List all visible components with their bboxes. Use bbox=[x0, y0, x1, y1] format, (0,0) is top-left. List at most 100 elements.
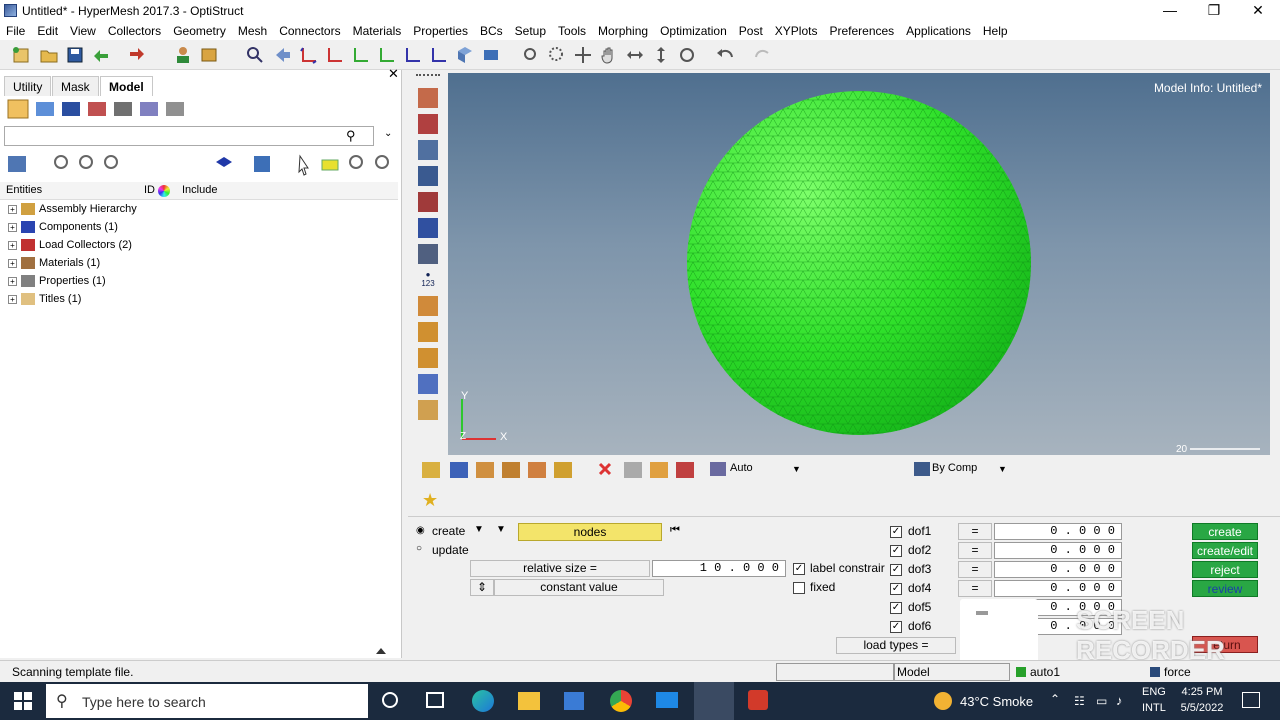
view-xz-icon[interactable] bbox=[350, 44, 372, 66]
view-zy-icon[interactable] bbox=[428, 44, 450, 66]
normals-icon[interactable] bbox=[418, 192, 438, 212]
expand-icon[interactable]: + bbox=[8, 276, 17, 286]
menu-applications[interactable]: Applications bbox=[900, 22, 977, 40]
menu-tools[interactable]: Tools bbox=[552, 22, 592, 40]
relative-size-input[interactable]: 1 0 . 0 0 0 bbox=[652, 560, 786, 577]
menu-connectors[interactable]: Connectors bbox=[273, 22, 346, 40]
numbers-icon[interactable]: ● 123 bbox=[418, 270, 438, 290]
tree-item-load-collectors[interactable]: + Load Collectors (2) bbox=[8, 236, 132, 254]
scroll-up-icon[interactable] bbox=[376, 648, 386, 654]
tree-item-assembly[interactable]: + Assembly Hierarchy bbox=[8, 200, 137, 218]
dof1-checkbox[interactable]: ✓ bbox=[890, 526, 902, 538]
cortana-icon[interactable] bbox=[382, 692, 398, 708]
dof1-input[interactable]: 0 . 0 0 0 bbox=[994, 523, 1122, 540]
hypermesh-taskbar-icon[interactable] bbox=[694, 682, 734, 720]
chevron-down-icon[interactable]: ▼ bbox=[998, 464, 1007, 474]
review-button[interactable]: review bbox=[1192, 580, 1258, 597]
status-load[interactable]: force bbox=[1164, 665, 1191, 679]
library-icon[interactable] bbox=[198, 44, 220, 66]
battery-icon[interactable]: ▭ bbox=[1096, 694, 1107, 708]
menu-morphing[interactable]: Morphing bbox=[592, 22, 654, 40]
open-file-icon[interactable] bbox=[38, 44, 60, 66]
mail-icon[interactable] bbox=[656, 692, 678, 708]
menu-mesh[interactable]: Mesh bbox=[232, 22, 273, 40]
chevron-down-icon[interactable]: ⌄ bbox=[384, 128, 392, 139]
zoom-box-icon[interactable] bbox=[520, 44, 542, 66]
windows-start-icon[interactable] bbox=[14, 692, 32, 710]
dof4-input[interactable]: 0 . 0 0 0 bbox=[994, 580, 1122, 597]
create-radio[interactable]: ◉ bbox=[416, 525, 425, 536]
dof4-operator[interactable]: = bbox=[958, 580, 992, 597]
chevron-down-icon[interactable]: ▼ bbox=[474, 524, 484, 535]
bycomp-dropdown[interactable]: By Comp bbox=[932, 462, 977, 474]
language-top[interactable]: ENG bbox=[1142, 686, 1166, 698]
view-yz-icon[interactable] bbox=[402, 44, 424, 66]
free-edges-icon[interactable] bbox=[418, 218, 438, 238]
tab-utility[interactable]: Utility bbox=[4, 76, 52, 96]
menu-edit[interactable]: Edit bbox=[31, 22, 64, 40]
notification-icon[interactable] bbox=[1242, 692, 1260, 708]
binoculars-icon[interactable] bbox=[418, 244, 438, 264]
zoom-icon[interactable] bbox=[244, 44, 266, 66]
store-icon[interactable] bbox=[564, 692, 584, 710]
column-include[interactable]: Include bbox=[182, 184, 217, 196]
dof2-operator[interactable]: = bbox=[958, 542, 992, 559]
menu-view[interactable]: View bbox=[64, 22, 102, 40]
chrome-icon[interactable] bbox=[610, 690, 632, 712]
menu-file[interactable]: File bbox=[0, 22, 31, 40]
undo-icon[interactable] bbox=[714, 44, 736, 66]
menu-optimization[interactable]: Optimization bbox=[654, 22, 733, 40]
tab-model[interactable]: Model bbox=[100, 76, 153, 96]
create-edit-button[interactable]: create/edit bbox=[1192, 542, 1258, 559]
import-icon[interactable] bbox=[90, 44, 112, 66]
expand-icon[interactable]: + bbox=[8, 240, 17, 250]
close-panel-icon[interactable]: ✕ bbox=[388, 66, 399, 82]
hand-pan-icon[interactable] bbox=[598, 44, 620, 66]
entity-search-input[interactable] bbox=[4, 126, 374, 146]
surface-icon[interactable] bbox=[418, 400, 438, 420]
menu-bcs[interactable]: BCs bbox=[474, 22, 509, 40]
rotate-icon[interactable] bbox=[676, 44, 698, 66]
view-zx-icon[interactable] bbox=[376, 44, 398, 66]
tree-item-components[interactable]: + Components (1) bbox=[8, 218, 118, 236]
dof2-checkbox[interactable]: ✓ bbox=[890, 545, 902, 557]
constant-value-toggle[interactable]: constant value bbox=[494, 579, 664, 596]
menu-help[interactable]: Help bbox=[977, 22, 1014, 40]
status-model[interactable]: Model bbox=[894, 663, 1010, 681]
dof5-checkbox[interactable]: ✓ bbox=[890, 602, 902, 614]
save-icon[interactable] bbox=[64, 44, 86, 66]
volume-icon[interactable]: ♪ bbox=[1116, 693, 1123, 708]
menu-properties[interactable]: Properties bbox=[407, 22, 474, 40]
tree-item-properties[interactable]: + Properties (1) bbox=[8, 272, 106, 290]
tab-mask[interactable]: Mask bbox=[52, 76, 99, 96]
load-types-label[interactable]: load types = bbox=[836, 637, 956, 654]
dof6-checkbox[interactable]: ✓ bbox=[890, 621, 902, 633]
horizontal-arrows-icon[interactable] bbox=[624, 44, 646, 66]
dof1-operator[interactable]: = bbox=[958, 523, 992, 540]
dof3-input[interactable]: 0 . 0 0 0 bbox=[994, 561, 1122, 578]
relative-size-label[interactable]: relative size = bbox=[470, 560, 650, 577]
tree-item-materials[interactable]: + Materials (1) bbox=[8, 254, 100, 272]
zoom-fit-icon[interactable] bbox=[546, 44, 568, 66]
sort-icon[interactable]: ⇕ bbox=[470, 579, 494, 596]
dof4-checkbox[interactable]: ✓ bbox=[890, 583, 902, 595]
star-icon[interactable]: ★ bbox=[422, 490, 438, 511]
fixed-checkbox[interactable] bbox=[793, 582, 805, 594]
isometric-view-icon[interactable] bbox=[454, 44, 476, 66]
menu-geometry[interactable]: Geometry bbox=[167, 22, 232, 40]
language-bottom[interactable]: INTL bbox=[1142, 702, 1166, 714]
menu-preferences[interactable]: Preferences bbox=[823, 22, 900, 40]
edge-icon[interactable] bbox=[472, 690, 494, 712]
visualization-icon[interactable] bbox=[418, 88, 438, 108]
pan-cross-icon[interactable] bbox=[572, 44, 594, 66]
vertical-arrows-icon[interactable] bbox=[650, 44, 672, 66]
color-by-icon[interactable] bbox=[914, 462, 930, 476]
chevron-down-icon[interactable]: ▼ bbox=[792, 464, 801, 474]
dof2-input[interactable]: 0 . 0 0 0 bbox=[994, 542, 1122, 559]
graphics-viewport[interactable]: Model Info: Untitled* Y X Z 20 bbox=[448, 73, 1270, 455]
nodes-selector[interactable]: nodes bbox=[518, 523, 662, 541]
recorder-taskbar-icon[interactable] bbox=[748, 690, 768, 710]
task-view-icon[interactable] bbox=[426, 692, 444, 708]
camera-view-icon[interactable] bbox=[480, 44, 502, 66]
new-file-icon[interactable] bbox=[10, 44, 32, 66]
